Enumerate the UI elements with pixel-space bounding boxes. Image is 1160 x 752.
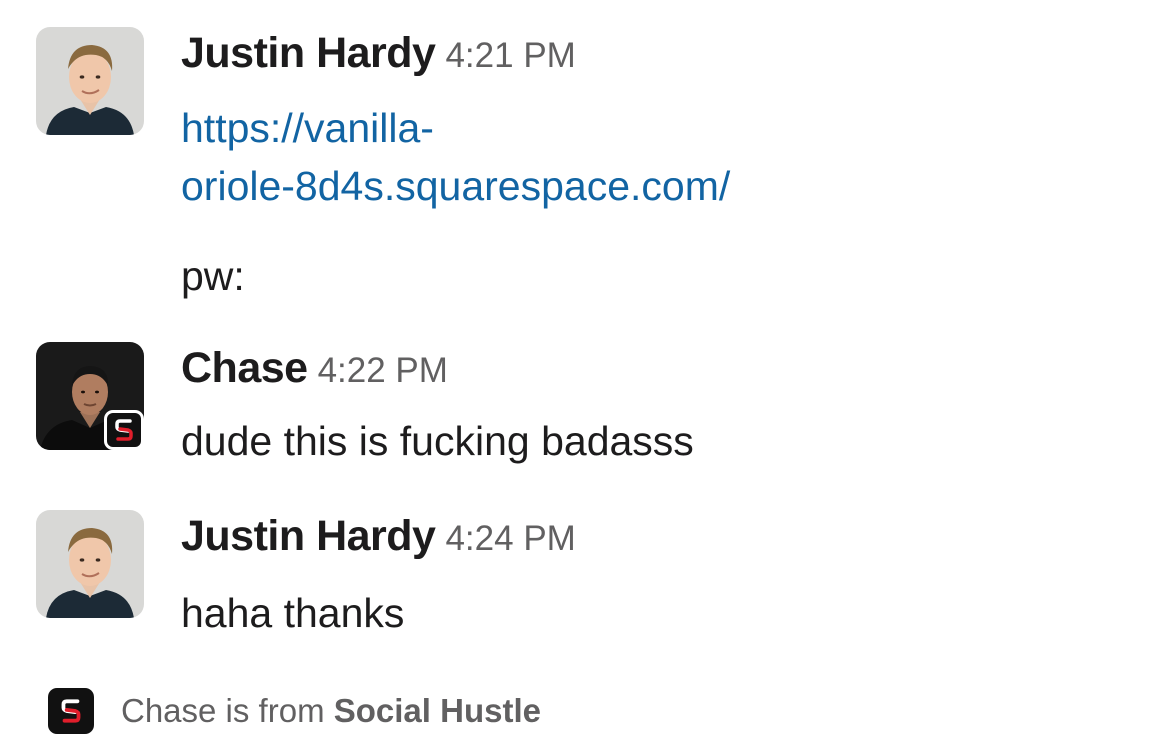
timestamp[interactable]: 4:22 PM: [318, 351, 448, 390]
message-text: pw:: [181, 253, 245, 299]
message-text: haha thanks: [181, 590, 405, 636]
sender-name[interactable]: Chase: [181, 344, 308, 392]
social-hustle-logo-icon: [48, 688, 94, 734]
person-photo-icon: [36, 510, 144, 618]
timestamp[interactable]: 4:24 PM: [445, 519, 575, 558]
org-name[interactable]: Social Hustle: [334, 692, 541, 729]
message-link[interactable]: https://vanilla- oriole-8d4s.squarespace…: [181, 99, 1140, 215]
timestamp[interactable]: 4:21 PM: [445, 36, 575, 75]
message-content: Justin Hardy 4:24 PM haha thanks: [181, 510, 1140, 642]
message-header: Justin Hardy 4:21 PM: [181, 27, 1140, 89]
link-line-1[interactable]: https://vanilla-: [181, 99, 1140, 157]
message-content: Justin Hardy 4:21 PM https://vanilla- ori…: [181, 27, 1140, 305]
message-text: dude this is fucking badasss: [181, 418, 694, 464]
social-hustle-logo-icon: [107, 413, 141, 447]
sender-name[interactable]: Justin Hardy: [181, 29, 436, 77]
avatar-justin-hardy[interactable]: [36, 510, 144, 618]
message-header: Chase 4:22 PM: [181, 342, 1140, 404]
link-line-2[interactable]: oriole-8d4s.squarespace.com/: [181, 157, 1140, 215]
footer-prefix: Chase is from: [121, 692, 334, 729]
person-photo-icon: [36, 27, 144, 135]
sender-name[interactable]: Justin Hardy: [181, 512, 436, 560]
message-content: Chase 4:22 PM dude this is fucking badass…: [181, 342, 1140, 470]
org-badge: [104, 410, 144, 450]
org-info-footer: Chase is from Social Hustle: [48, 686, 541, 736]
footer-text: Chase is from Social Hustle: [121, 692, 541, 730]
avatar-justin-hardy[interactable]: [36, 27, 144, 135]
message-header: Justin Hardy 4:24 PM: [181, 510, 1140, 572]
